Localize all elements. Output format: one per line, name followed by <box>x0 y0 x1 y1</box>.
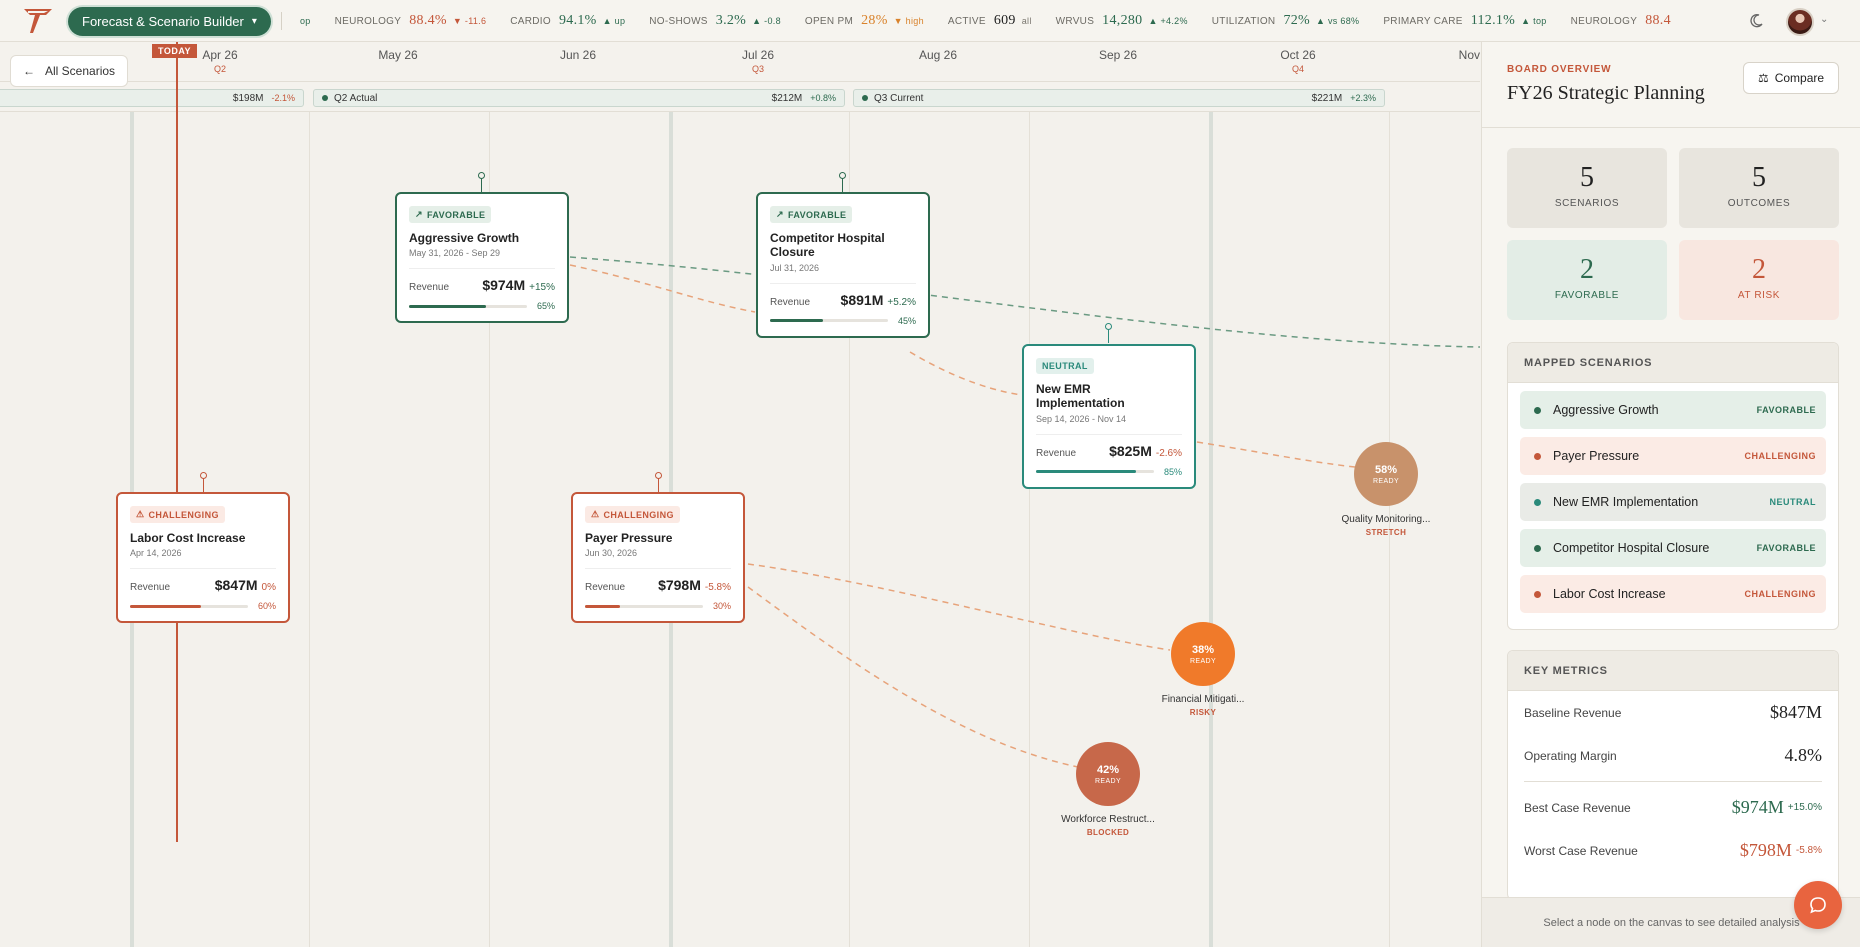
mapped-scenarios-box: MAPPED SCENARIOS Aggressive Growth FAVORA… <box>1507 342 1839 630</box>
ticker-item: ACTIVE 609 all <box>947 13 1032 28</box>
panel-title: FY26 Strategic Planning <box>1507 82 1705 104</box>
scenario-card-payer-pressure[interactable]: ⚠ CHALLENGING Payer Pressure Jun 30, 2026… <box>571 492 745 624</box>
panel-eyebrow: BOARD OVERVIEW <box>1507 64 1612 75</box>
progress-bar: 65% <box>409 301 555 311</box>
scenario-card-aggressive-growth[interactable]: ↗ FAVORABLE Aggressive Growth May 31, 202… <box>395 192 569 324</box>
theme-toggle-moon-icon[interactable] <box>1747 12 1765 30</box>
warning-icon: ⚠ <box>136 509 145 519</box>
compare-button[interactable]: ⚖ Compare <box>1743 62 1839 94</box>
metric-row: Baseline Revenue $847M <box>1524 702 1822 722</box>
scenario-title: Payer Pressure <box>585 531 673 545</box>
mapped-scenario-item[interactable]: Payer Pressure CHALLENGING <box>1520 437 1826 475</box>
node-anchor <box>1105 323 1112 343</box>
chevron-down-icon[interactable]: ⌄ <box>1820 14 1828 25</box>
mapped-scenario-item[interactable]: Aggressive Growth FAVORABLE <box>1520 391 1826 429</box>
mapped-scenario-item[interactable]: New EMR Implementation NEUTRAL <box>1520 483 1826 521</box>
divider <box>281 12 282 30</box>
chevron-down-icon: ▾ <box>251 16 257 27</box>
stat-favorable: 2 FAVORABLE <box>1507 240 1667 320</box>
ticker-item: UTILIZATION 72% ▲ vs 68% <box>1211 13 1360 28</box>
progress-bar: 45% <box>770 316 916 326</box>
board-overview-panel: BOARD OVERVIEW FY26 Strategic Planning ⚖… <box>1481 42 1860 947</box>
ticker-item: NEUROLOGY 88.4% ▼ -11.6 <box>334 13 487 28</box>
status-badge: ⚠ CHALLENGING <box>130 506 225 523</box>
app-logo-icon[interactable] <box>22 6 54 36</box>
mapped-scenario-item[interactable]: Labor Cost Increase CHALLENGING <box>1520 575 1826 613</box>
trend-up-icon: ↗ <box>415 209 423 219</box>
trend-up-icon: ↗ <box>776 209 784 219</box>
scenario-date: Jun 30, 2026 <box>585 548 638 559</box>
progress-bar: 85% <box>1036 467 1182 477</box>
timeline-canvas[interactable]: Apr 26 Q2 May 26 Jun 26 Jul 26 Q3 Aug 26 S… <box>0 42 1480 947</box>
outcome-node-financial-mitigation[interactable]: 38% READY Financial Mitigati... RISKY <box>1143 622 1263 717</box>
stat-scenarios: 5 SCENARIOS <box>1507 148 1667 228</box>
mapped-scenario-item[interactable]: Competitor Hospital Closure FAVORABLE <box>1520 529 1826 567</box>
outcome-bubble: 38% READY <box>1171 622 1235 686</box>
status-badge: ↗ FAVORABLE <box>409 206 492 223</box>
ticker-item: PRIMARY CARE 112.1% ▲ top <box>1383 13 1547 28</box>
progress-bar: 60% <box>130 601 276 611</box>
scale-icon: ⚖ <box>1757 71 1769 85</box>
node-anchor <box>655 472 662 492</box>
outcome-node-workforce-restructure[interactable]: 42% READY Workforce Restruct... BLOCKED <box>1048 742 1168 837</box>
scenario-card-new-emr[interactable]: NEUTRAL New EMR Implementation Sep 14, 2… <box>1022 344 1196 489</box>
ticker-item: NO-SHOWS 3.2% ▲ -0.8 <box>649 13 781 28</box>
stat-at-risk: 2 AT RISK <box>1679 240 1839 320</box>
scenario-title: Competitor Hospital Closure <box>770 231 885 260</box>
node-anchor <box>200 472 207 492</box>
warning-icon: ⚠ <box>591 509 600 519</box>
app-switcher-button[interactable]: Forecast & Scenario Builder ▾ <box>68 7 271 36</box>
scenario-date: Apr 14, 2026 <box>130 548 182 559</box>
progress-bar: 30% <box>585 601 731 611</box>
section-header: MAPPED SCENARIOS <box>1508 343 1838 383</box>
metric-row: Best Case Revenue $974M +15.0% <box>1524 797 1822 817</box>
scenario-title: Labor Cost Increase <box>130 531 246 545</box>
metric-row: Operating Margin 4.8% <box>1524 745 1822 765</box>
node-anchor <box>478 172 485 192</box>
metric-row: Worst Case Revenue $798M -5.8% <box>1524 840 1822 860</box>
ticker-item: op <box>300 16 311 26</box>
status-badge: NEUTRAL <box>1036 358 1094 374</box>
scenario-title: New EMR Implementation <box>1036 382 1125 411</box>
ticker-item: WRVUS 14,280 ▲ +4.2% <box>1055 13 1188 28</box>
ticker-item: CARDIO 94.1% ▲ up <box>510 13 626 28</box>
today-marker-label: TODAY <box>152 44 198 58</box>
key-metrics-box: KEY METRICS Baseline Revenue $847M Operat… <box>1507 650 1839 900</box>
user-avatar[interactable] <box>1786 8 1814 36</box>
outcome-bubble: 58% READY <box>1354 442 1418 506</box>
section-header: KEY METRICS <box>1508 651 1838 691</box>
top-bar: Forecast & Scenario Builder ▾ op NEUROLO… <box>0 0 1860 42</box>
panel-header: BOARD OVERVIEW FY26 Strategic Planning ⚖… <box>1482 42 1860 128</box>
app-title: Forecast & Scenario Builder <box>82 14 244 29</box>
stats-grid: 5 SCENARIOS 5 OUTCOMES 2 FAVORABLE 2 AT RISK <box>1507 148 1839 320</box>
status-badge: ↗ FAVORABLE <box>770 206 853 223</box>
status-badge: ⚠ CHALLENGING <box>585 506 680 523</box>
ticker-item: NEUROLOGY 88.4 <box>1570 13 1671 28</box>
arrow-left-icon: ← <box>23 64 35 78</box>
scenario-card-competitor-closure[interactable]: ↗ FAVORABLE Competitor Hospital Closure J… <box>756 192 930 338</box>
node-anchor <box>839 172 846 192</box>
stat-outcomes: 5 OUTCOMES <box>1679 148 1839 228</box>
scenario-date: Sep 14, 2026 - Nov 14 <box>1036 413 1127 424</box>
all-scenarios-button[interactable]: ← All Scenarios <box>10 55 129 87</box>
chat-bubble-icon <box>1810 897 1826 914</box>
scenario-date: Jul 31, 2026 <box>770 262 820 273</box>
outcome-bubble: 42% READY <box>1076 742 1140 806</box>
ticker-item: OPEN PM 28% ▼ high <box>804 13 924 28</box>
metrics-ticker: op NEUROLOGY 88.4% ▼ -11.6 CARDIO 94.1% ▲ up… <box>300 0 1730 42</box>
scenario-date: May 31, 2026 - Sep 29 <box>409 248 501 259</box>
scenario-card-labor-cost[interactable]: ⚠ CHALLENGING Labor Cost Increase Apr 14,… <box>116 492 290 624</box>
divider <box>1524 781 1822 782</box>
scenario-title: Aggressive Growth <box>409 231 520 245</box>
today-marker-line <box>176 42 178 842</box>
chat-button[interactable] <box>1794 881 1842 929</box>
outcome-node-quality-monitoring[interactable]: 58% READY Quality Monitoring... STRETCH <box>1326 442 1446 537</box>
